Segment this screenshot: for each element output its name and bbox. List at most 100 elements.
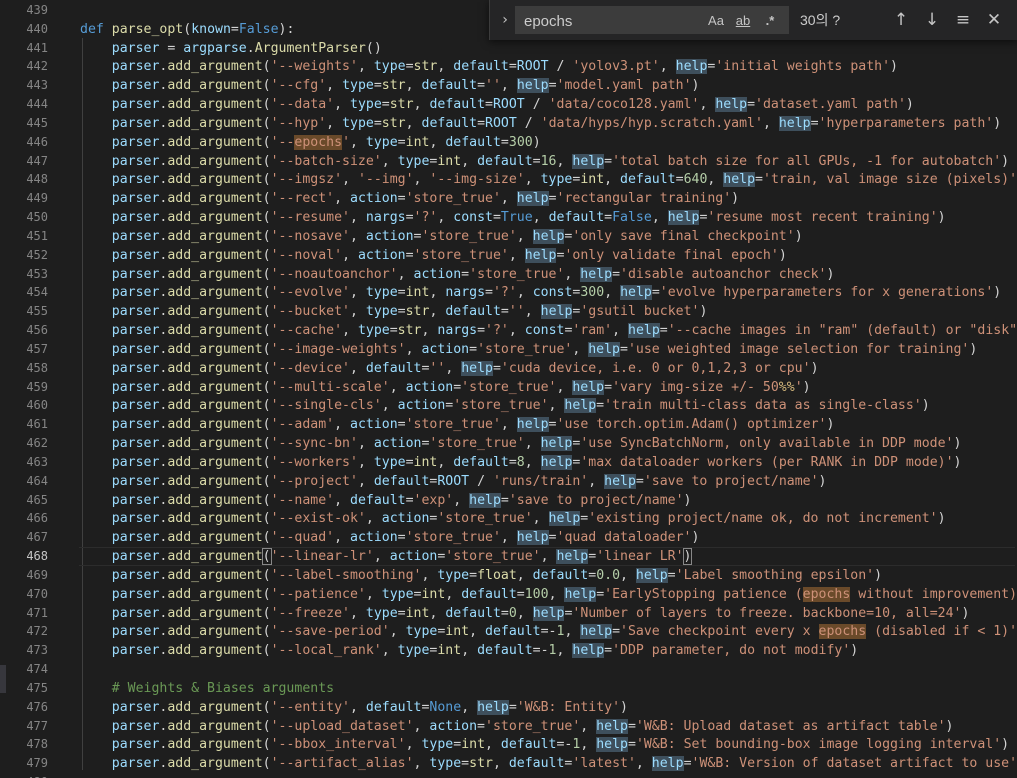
code-token: default bbox=[548, 210, 605, 226]
code-token: '-- bbox=[270, 134, 295, 150]
code-line[interactable]: 447 parser.add_argument('--batch-size', … bbox=[0, 152, 1017, 171]
code-line[interactable]: 466 parser.add_argument('--exist-ok', ac… bbox=[0, 509, 1017, 528]
code-token: , bbox=[350, 360, 366, 376]
code-token: '--hyp' bbox=[270, 115, 327, 131]
code-token: 'gsutil bucket' bbox=[580, 304, 700, 320]
code-token: action bbox=[429, 718, 478, 734]
code-token: ( bbox=[262, 304, 271, 320]
code-token: add_argument bbox=[167, 134, 263, 150]
line-code: parser.add_argument('--rect', action='st… bbox=[80, 189, 739, 208]
code-token: 'use torch.optim.Adam() optimizer' bbox=[556, 417, 827, 433]
code-line[interactable]: 443 parser.add_argument('--cfg', type=st… bbox=[0, 76, 1017, 95]
code-token: , bbox=[453, 492, 470, 508]
code-line[interactable]: 450 parser.add_argument('--resume', narg… bbox=[0, 208, 1017, 227]
code-token: 'ram' bbox=[572, 323, 613, 339]
code-token: , bbox=[508, 247, 525, 263]
code-line[interactable]: 469 parser.add_argument('--label-smoothi… bbox=[0, 566, 1017, 585]
code-token: , bbox=[429, 605, 446, 621]
code-line[interactable]: 478 parser.add_argument('--bbox_interval… bbox=[0, 735, 1017, 754]
code-token: help bbox=[715, 97, 748, 113]
line-code: def parse_opt(known=False): bbox=[80, 20, 294, 39]
code-token: 'exp' bbox=[413, 492, 454, 508]
code-token: const bbox=[453, 210, 493, 226]
arrow-down-icon[interactable]: ↓ bbox=[921, 9, 943, 31]
code-line[interactable]: 470 parser.add_argument('--patience', ty… bbox=[0, 585, 1017, 604]
code-token: ( bbox=[262, 417, 271, 433]
code-token: = bbox=[627, 737, 636, 753]
code-token: action bbox=[365, 228, 414, 244]
code-line[interactable]: 477 parser.add_argument('--upload_datase… bbox=[0, 717, 1017, 736]
find-input[interactable] bbox=[522, 9, 706, 33]
code-token: 'total batch size for all GPUs, -1 for a… bbox=[612, 153, 1002, 169]
code-editor[interactable]: 439 440 def parse_opt(known=False): 441 par… bbox=[0, 0, 1017, 778]
code-line[interactable]: 445 parser.add_argument('--hyp', type=st… bbox=[0, 114, 1017, 133]
code-token: type bbox=[357, 323, 390, 339]
code-token: = bbox=[596, 586, 605, 602]
find-input-box[interactable]: Aa ab .* bbox=[515, 6, 789, 34]
code-line[interactable]: 461 parser.add_argument('--adam', action… bbox=[0, 415, 1017, 434]
code-line[interactable]: 465 parser.add_argument('--name', defaul… bbox=[0, 491, 1017, 510]
code-line[interactable]: 464 parser.add_argument('--project', def… bbox=[0, 472, 1017, 491]
code-line[interactable]: 451 parser.add_argument('--nosave', acti… bbox=[0, 227, 1017, 246]
chevron-right-icon[interactable]: › bbox=[497, 10, 513, 30]
code-line[interactable]: 480 bbox=[0, 773, 1017, 778]
code-token: add_argument bbox=[167, 417, 263, 433]
code-token: 0.0 bbox=[596, 567, 621, 583]
code-line[interactable]: 457 parser.add_argument('--image-weights… bbox=[0, 340, 1017, 359]
code-line[interactable]: 460 parser.add_argument('--single-cls', … bbox=[0, 396, 1017, 415]
code-line[interactable]: 467 parser.add_argument('--quad', action… bbox=[0, 528, 1017, 547]
close-icon[interactable]: ✕ bbox=[983, 9, 1005, 31]
code-line[interactable]: 453 parser.add_argument('--noautoanchor'… bbox=[0, 265, 1017, 284]
code-line[interactable]: 455 parser.add_argument('--bucket', type… bbox=[0, 302, 1017, 321]
code-token: , bbox=[437, 210, 454, 226]
code-line[interactable]: 448 parser.add_argument('--imgsz', '--im… bbox=[0, 170, 1017, 189]
arrow-up-icon[interactable]: ↑ bbox=[890, 9, 912, 31]
code-line[interactable]: 474 bbox=[0, 660, 1017, 679]
code-line[interactable]: 449 parser.add_argument('--rect', action… bbox=[0, 189, 1017, 208]
code-line[interactable]: 475 # Weights & Biases arguments bbox=[0, 679, 1017, 698]
line-code: parser.add_argument('--resume', nargs='?… bbox=[80, 208, 946, 227]
code-line[interactable]: 473 parser.add_argument('--local_rank', … bbox=[0, 641, 1017, 660]
code-token: action bbox=[357, 247, 406, 263]
code-token: 8 bbox=[516, 454, 525, 470]
regex-toggle[interactable]: .* bbox=[759, 11, 781, 31]
code-line[interactable]: 454 parser.add_argument('--evolve', type… bbox=[0, 283, 1017, 302]
code-token: ( bbox=[262, 586, 271, 602]
code-line[interactable]: 452 parser.add_argument('--noval', actio… bbox=[0, 246, 1017, 265]
code-token: = bbox=[500, 304, 509, 320]
code-line[interactable]: 444 parser.add_argument('--data', type=s… bbox=[0, 95, 1017, 114]
code-line[interactable]: 479 parser.add_argument('--artifact_alia… bbox=[0, 754, 1017, 773]
code-line[interactable]: 471 parser.add_argument('--freeze', type… bbox=[0, 604, 1017, 623]
code-line[interactable]: 463 parser.add_argument('--workers', typ… bbox=[0, 453, 1017, 472]
code-line[interactable]: 442 parser.add_argument('--weights', typ… bbox=[0, 57, 1017, 76]
code-token: = bbox=[485, 285, 493, 301]
find-in-selection-icon[interactable]: ≡ bbox=[952, 9, 974, 31]
code-line[interactable]: 476 parser.add_argument('--entity', defa… bbox=[0, 698, 1017, 717]
code-token: , bbox=[334, 492, 351, 508]
code-token: = bbox=[659, 323, 668, 339]
code-line[interactable]: 441 parser = argparse.ArgumentParser() bbox=[0, 39, 1017, 58]
code-token: None bbox=[429, 699, 462, 715]
code-token: '--local_rank' bbox=[270, 643, 382, 659]
code-line[interactable]: 456 parser.add_argument('--cache', type=… bbox=[0, 321, 1017, 340]
code-line[interactable]: 458 parser.add_argument('--device', defa… bbox=[0, 359, 1017, 378]
code-token: '--label-smoothing' bbox=[270, 567, 422, 583]
match-case-toggle[interactable]: Aa bbox=[705, 11, 727, 31]
code-token: parser bbox=[111, 210, 160, 226]
line-code: parser.add_argument('--sync-bn', action=… bbox=[80, 434, 961, 453]
code-token: = bbox=[461, 756, 470, 772]
code-line[interactable]: 462 parser.add_argument('--sync-bn', act… bbox=[0, 434, 1017, 453]
code-token: False bbox=[612, 210, 652, 226]
code-line[interactable]: 468 parser.add_argument('--linear-lr', a… bbox=[0, 547, 1017, 567]
code-token: default bbox=[421, 78, 478, 94]
code-token: ( bbox=[262, 247, 271, 263]
code-line[interactable]: 446 parser.add_argument('--epochs', type… bbox=[0, 133, 1017, 152]
code-token: = bbox=[373, 78, 382, 94]
code-line[interactable]: 459 parser.add_argument('--multi-scale',… bbox=[0, 378, 1017, 397]
code-line[interactable]: 472 parser.add_argument('--save-period',… bbox=[0, 622, 1017, 641]
code-token: ( bbox=[262, 379, 271, 395]
code-token: =- bbox=[532, 643, 549, 659]
code-token: ( bbox=[183, 21, 192, 37]
whole-word-toggle[interactable]: ab bbox=[732, 11, 754, 31]
